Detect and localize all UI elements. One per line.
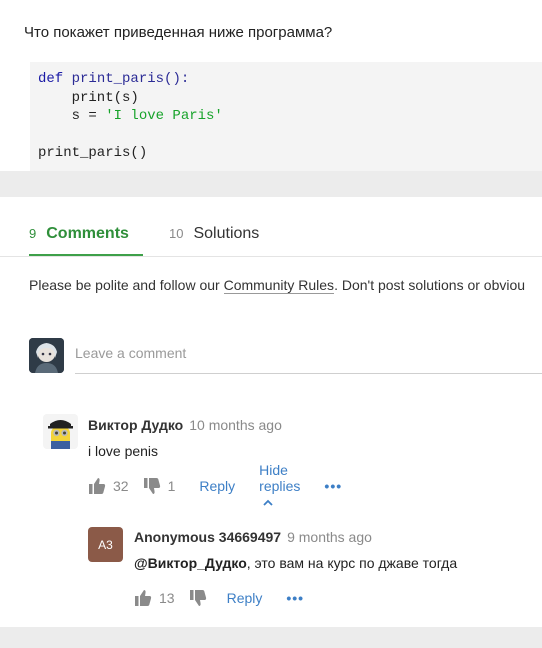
avatar <box>43 414 78 449</box>
avatar: A3 <box>88 527 123 562</box>
code-block: def print_paris(): print(s) s = 'I love … <box>30 62 542 171</box>
code-string: 'I love Paris' <box>105 108 223 124</box>
comment-text: @Виктор_Дудко, это вам на курс по джаве … <box>134 555 457 571</box>
reply-button[interactable]: Reply <box>227 590 263 606</box>
comment-author[interactable]: Anonymous 34669497 9 months ago <box>134 529 372 545</box>
discussion-panel: 9 Comments 10 Solutions Please be polite… <box>0 197 542 627</box>
current-user-avatar <box>29 338 64 373</box>
solutions-tab-label: Solutions <box>193 225 260 242</box>
question-card: Что покажет приведенная ниже программа? … <box>0 0 542 171</box>
code-line-assign: s = <box>38 108 106 124</box>
comments-tab-label: Comments <box>46 225 129 242</box>
comment-actions: 13 Reply ••• <box>134 588 304 608</box>
comment-input-underline <box>75 373 542 374</box>
tabs-bar: 9 Comments 10 Solutions <box>0 197 542 257</box>
reply-body: , это вам на курс по джаве тогда <box>246 555 458 571</box>
chevron-up-icon <box>263 499 273 506</box>
comment-text: i love penis <box>88 443 159 459</box>
thumbs-down-icon[interactable] <box>189 589 207 607</box>
comment-actions: 32 1 Reply Hide replies ••• <box>88 462 342 506</box>
community-rules-link[interactable]: Community Rules <box>223 277 335 294</box>
likes-count: 32 <box>113 478 129 494</box>
comment-timestamp: 9 months ago <box>287 529 372 545</box>
tab-solutions[interactable]: 10 Solutions <box>169 225 259 243</box>
more-options-icon[interactable]: ••• <box>324 478 342 494</box>
tab-comments[interactable]: 9 Comments <box>29 225 129 243</box>
code-keyword: def <box>38 71 64 87</box>
comments-count: 9 <box>29 226 37 241</box>
tabs-divider <box>0 256 542 257</box>
code-line-print: print(s) <box>38 89 139 106</box>
thumbs-up-icon[interactable] <box>88 477 106 495</box>
author-name[interactable]: Anonymous 34669497 <box>134 529 281 545</box>
solutions-count: 10 <box>169 226 184 241</box>
community-rules-notice: Please be polite and follow our Communit… <box>29 277 526 294</box>
dislikes-count: 1 <box>167 478 176 494</box>
thumbs-up-icon[interactable] <box>134 589 152 607</box>
question-text: Что покажет приведенная ниже программа? <box>24 24 333 41</box>
rules-text-before: Please be polite and follow our <box>29 277 224 293</box>
user-mention[interactable]: @Виктор_Дудко <box>134 555 247 571</box>
likes-count: 13 <box>159 590 175 606</box>
code-function-name: print_paris(): <box>71 71 190 87</box>
code-line-call: print_paris() <box>38 145 148 161</box>
reply-button[interactable]: Reply <box>199 478 235 494</box>
hide-replies-button[interactable]: Hide replies <box>259 462 300 510</box>
hide-replies-label: Hide replies <box>259 462 301 494</box>
more-options-icon[interactable]: ••• <box>286 590 304 606</box>
leave-comment-input[interactable]: Leave a comment <box>75 345 542 361</box>
thumbs-down-icon[interactable] <box>143 477 161 495</box>
author-name[interactable]: Виктор Дудко <box>88 417 183 433</box>
rules-text-after: . Don't post solutions or obviou <box>334 277 526 293</box>
comment-timestamp: 10 months ago <box>189 417 282 433</box>
comment-author[interactable]: Виктор Дудко 10 months ago <box>88 417 282 433</box>
